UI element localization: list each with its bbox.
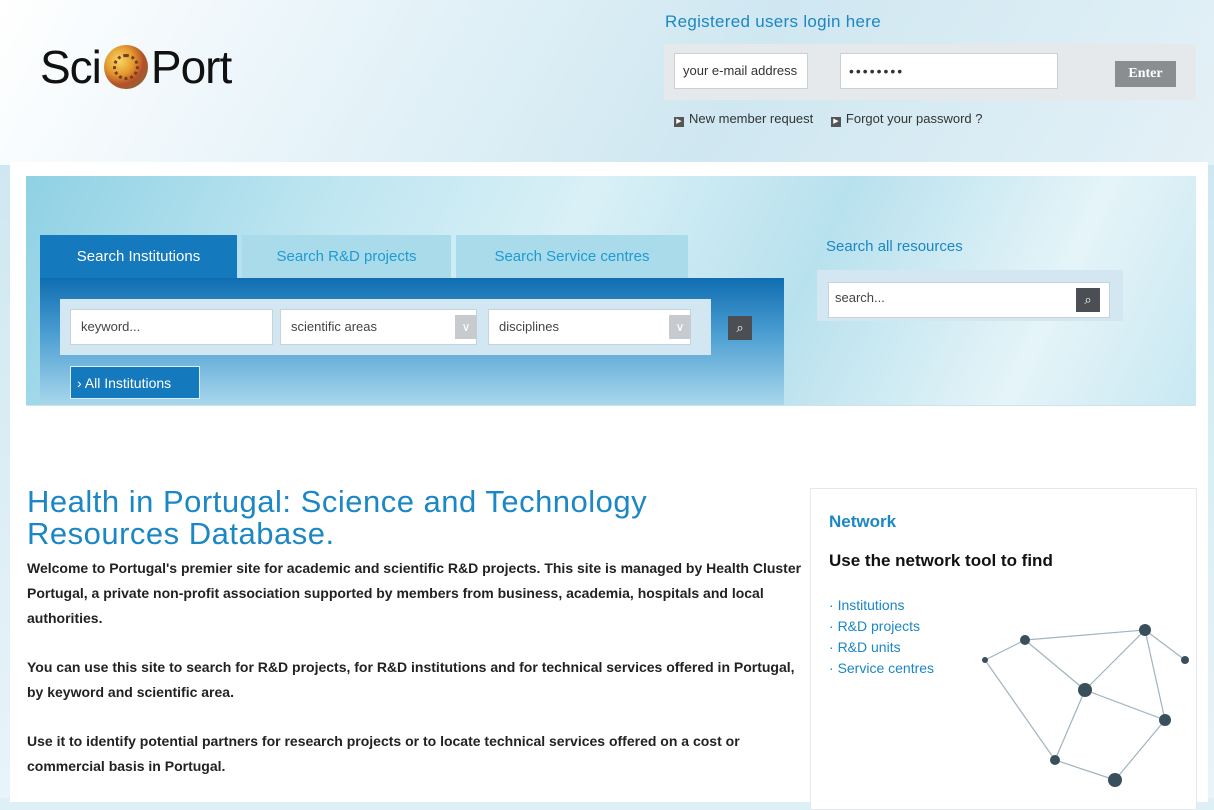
logo-text-sci: Sci	[40, 41, 102, 93]
password-field[interactable]: ••••••••	[840, 53, 1058, 89]
scientific-areas-label: scientific areas	[291, 319, 377, 334]
search-all-input[interactable]: search...	[828, 282, 1110, 318]
network-item-rd-units[interactable]: R&D units	[829, 637, 934, 658]
login-title: Registered users login here	[665, 12, 881, 31]
enter-button[interactable]: Enter	[1115, 61, 1176, 87]
scientific-areas-select[interactable]: scientific areas ∨	[280, 309, 477, 345]
search-icon[interactable]: ⌕	[1076, 288, 1100, 312]
network-item-institutions[interactable]: Institutions	[829, 595, 934, 616]
login-links: ▶ New member request ▶ Forgot your passwor…	[674, 111, 996, 127]
search-icon[interactable]: ⌕	[728, 316, 752, 340]
tab-search-rd-projects[interactable]: Search R&D projects	[242, 235, 451, 278]
email-field[interactable]: your e-mail address	[674, 53, 808, 89]
network-item-rd-projects[interactable]: R&D projects	[829, 616, 934, 637]
network-subtitle: Use the network tool to find	[829, 551, 1053, 570]
tab-search-service-centres[interactable]: Search Service centres	[456, 235, 688, 278]
network-list: Institutions R&D projects R&D units Serv…	[829, 595, 934, 679]
forgot-password-link[interactable]: ▶ Forgot your password ?	[830, 111, 983, 127]
intro-paragraph: Use it to identify potential partners fo…	[27, 733, 740, 774]
network-graph-image	[982, 624, 1189, 787]
new-member-label: New member request	[689, 111, 814, 126]
keyword-input[interactable]: keyword...	[70, 309, 273, 345]
disciplines-select[interactable]: disciplines ∨	[488, 309, 691, 345]
new-member-link[interactable]: ▶ New member request	[674, 111, 814, 127]
arrow-bullet-icon: ▶	[830, 117, 841, 127]
arrow-bullet-icon: ▶	[674, 117, 684, 127]
tab-search-institutions[interactable]: Search Institutions	[40, 235, 237, 278]
search-all-resources-title: Search all resources	[826, 238, 963, 255]
forgot-password-label: Forgot your password ?	[845, 111, 983, 126]
intro-text: Welcome to Portugal's premier site for a…	[27, 556, 802, 803]
network-title: Network	[829, 512, 897, 531]
chevron-down-icon[interactable]: ∨	[455, 315, 477, 339]
chevron-down-icon[interactable]: ∨	[669, 315, 691, 339]
sciport-logo[interactable]: Sci Port	[40, 40, 232, 94]
network-item-service-centres[interactable]: Service centres	[829, 658, 934, 679]
all-institutions-button[interactable]: › All Institutions	[70, 366, 200, 399]
intro-paragraph: Welcome to Portugal's premier site for a…	[27, 560, 802, 626]
globe-logo-icon	[103, 45, 148, 89]
page-title: Health in Portugal: Science and Technolo…	[27, 484, 648, 551]
logo-text-port: Port	[150, 41, 232, 93]
disciplines-label: disciplines	[499, 319, 559, 334]
intro-paragraph: You can use this site to search for R&D …	[27, 659, 795, 700]
